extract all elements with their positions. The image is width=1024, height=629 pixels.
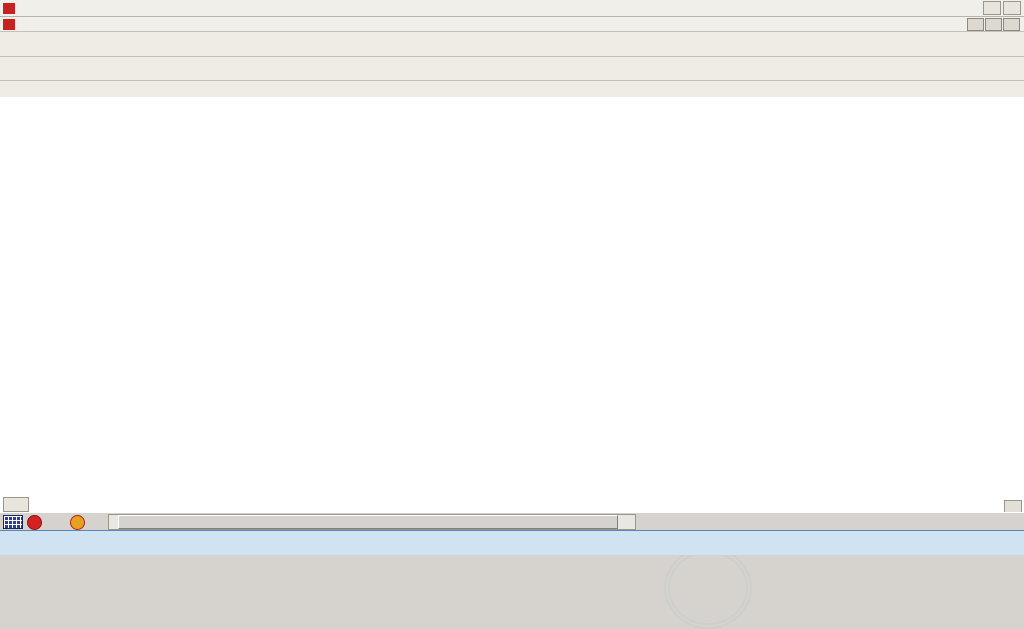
mdi-restore-button[interactable] [985,18,1002,31]
candlestick-chart [0,97,1024,512]
mdi-close-button[interactable] [1003,18,1020,31]
close-button[interactable] [1003,1,1021,15]
mdi-logo-icon [3,19,15,30]
title-bar [0,0,1024,17]
scroll-left-arrow[interactable] [109,515,118,527]
scroll-right-arrow[interactable] [626,515,635,527]
mdi-minimize-button[interactable] [967,18,984,31]
drawing-toolbar [0,81,1024,98]
watermark-logo [664,547,752,629]
keyboard-icon[interactable] [3,515,23,529]
main-toolbar [0,32,1024,57]
status-bar [0,512,1024,531]
scrollbar-thumb[interactable] [118,515,618,529]
gann-quote-bar [0,530,1024,555]
sz-index-icon[interactable] [70,515,85,530]
nav-toolbar [0,57,1024,81]
restore-button[interactable] [983,1,1001,15]
sh-index-icon[interactable] [27,515,42,530]
app-logo-icon [3,3,15,14]
menu-bar [0,17,1024,32]
app-window [0,0,1024,554]
chart-area [0,97,1024,513]
panel-toggle-button[interactable] [3,497,29,512]
horizontal-scrollbar[interactable] [108,514,636,530]
